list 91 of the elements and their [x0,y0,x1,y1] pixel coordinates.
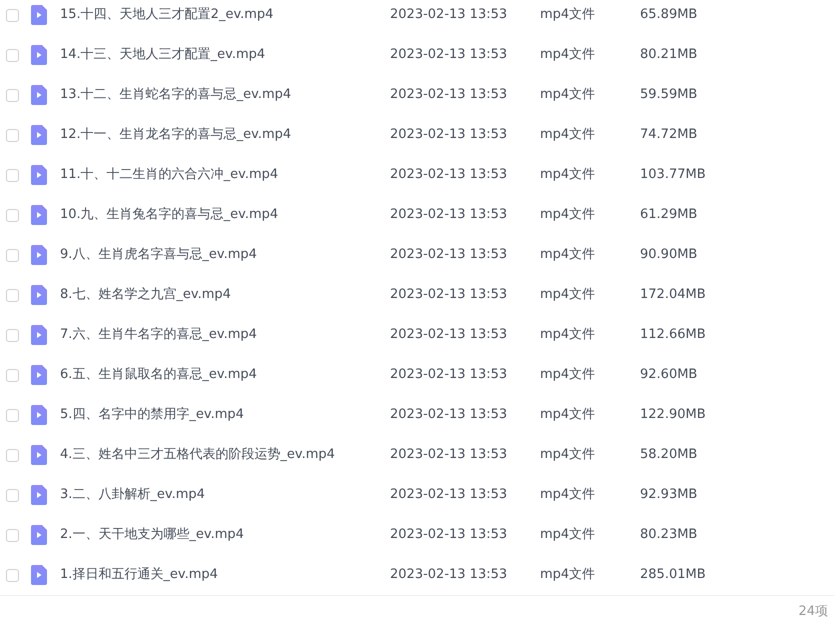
file-type: mp4文件 [540,86,596,104]
file-size: 92.60MB [640,366,698,384]
file-type: mp4文件 [540,486,596,504]
checkbox[interactable] [6,128,19,142]
file-name: 15.十四、天地人三才配置2_ev.mp4 [60,6,274,24]
file-type: mp4文件 [540,246,596,264]
file-size: 80.21MB [640,46,698,64]
file-name: 10.九、生肖兔名字的喜与忌_ev.mp4 [60,206,280,224]
file-type: mp4文件 [540,446,596,464]
checkbox[interactable] [6,328,19,342]
video-file-icon [31,565,47,585]
file-type: mp4文件 [540,366,596,384]
file-type: mp4文件 [540,526,596,544]
video-file-icon [31,165,47,185]
file-name: 8.七、姓名学之九宫_ev.mp4 [60,286,232,304]
file-size: 59.59MB [640,86,698,104]
file-size: 61.29MB [640,206,698,224]
modified-date: 2023-02-13 13:53 [390,286,508,304]
modified-date: 2023-02-13 13:53 [390,46,508,64]
modified-date: 2023-02-13 13:53 [390,486,508,504]
file-name: 13.十二、生肖蛇名字的喜与忌_ev.mp4 [60,86,292,104]
file-type: mp4文件 [540,206,596,224]
video-file-icon [31,45,47,65]
modified-date: 2023-02-13 13:53 [390,206,508,224]
checkbox[interactable] [6,568,19,582]
file-size: 112.66MB [640,326,706,344]
checkbox[interactable] [6,208,19,222]
file-size: 90.90MB [640,246,698,264]
modified-date: 2023-02-13 13:53 [390,126,508,144]
modified-date: 2023-02-13 13:53 [390,166,508,184]
checkbox[interactable] [6,248,19,262]
file-name: 12.十一、生肖龙名字的喜与忌_ev.mp4 [60,126,292,144]
file-type: mp4文件 [540,406,596,424]
file-type: mp4文件 [540,166,596,184]
video-file-icon [31,485,47,505]
file-size: 103.77MB [640,166,706,184]
modified-date: 2023-02-13 13:53 [390,446,508,464]
checkbox[interactable] [6,528,19,542]
file-type: mp4文件 [540,46,596,64]
modified-date: 2023-02-13 13:53 [390,406,508,424]
checkbox[interactable] [6,448,19,462]
file-name: 5.四、名字中的禁用字_ev.mp4 [60,406,245,424]
file-size: 122.90MB [640,406,706,424]
video-file-icon [31,205,47,225]
video-file-icon [31,405,47,425]
file-name: 7.六、生肖牛名字的喜忌_ev.mp4 [60,326,258,344]
file-name: 9.八、生肖虎名字喜与忌_ev.mp4 [60,246,258,264]
file-name: 2.一、天干地支为哪些_ev.mp4 [60,526,245,544]
video-file-icon [31,445,47,465]
item-count: 24项 [798,603,828,619]
modified-date: 2023-02-13 13:53 [390,526,508,544]
video-file-icon [31,525,47,545]
checkbox[interactable] [6,8,19,22]
file-size: 74.72MB [640,126,698,144]
modified-date: 2023-02-13 13:53 [390,566,508,584]
file-name: 3.二、八卦解析_ev.mp4 [60,486,206,504]
file-type: mp4文件 [540,126,596,144]
modified-date: 2023-02-13 13:53 [390,366,508,384]
file-name: 6.五、生肖鼠取名的喜忌_ev.mp4 [60,366,258,384]
file-size: 172.04MB [640,286,706,304]
file-type: mp4文件 [540,286,596,304]
file-size: 58.20MB [640,446,698,464]
video-file-icon [31,285,47,305]
video-file-icon [31,85,47,105]
video-file-icon [31,5,47,25]
file-size: 80.23MB [640,526,698,544]
video-file-icon [31,125,47,145]
video-file-icon [31,365,47,385]
checkbox[interactable] [6,368,19,382]
file-type: mp4文件 [540,566,596,584]
checkbox[interactable] [6,48,19,62]
video-file-icon [31,245,47,265]
modified-date: 2023-02-13 13:53 [390,246,508,264]
checkbox[interactable] [6,408,19,422]
modified-date: 2023-02-13 13:53 [390,86,508,104]
checkbox[interactable] [6,168,19,182]
modified-date: 2023-02-13 13:53 [390,6,508,24]
checkbox[interactable] [6,88,19,102]
file-name: 4.三、姓名中三才五格代表的阶段运势_ev.mp4 [60,446,336,464]
file-type: mp4文件 [540,326,596,344]
file-size: 65.89MB [640,6,698,24]
file-type: mp4文件 [540,6,596,24]
file-name: 11.十、十二生肖的六合六冲_ev.mp4 [60,166,280,184]
video-file-icon [31,325,47,345]
checkbox[interactable] [6,288,19,302]
modified-date: 2023-02-13 13:53 [390,326,508,344]
file-name: 1.择日和五行通关_ev.mp4 [60,566,219,584]
file-size: 92.93MB [640,486,698,504]
file-size: 285.01MB [640,566,706,584]
file-name: 14.十三、天地人三才配置_ev.mp4 [60,46,266,64]
checkbox[interactable] [6,488,19,502]
